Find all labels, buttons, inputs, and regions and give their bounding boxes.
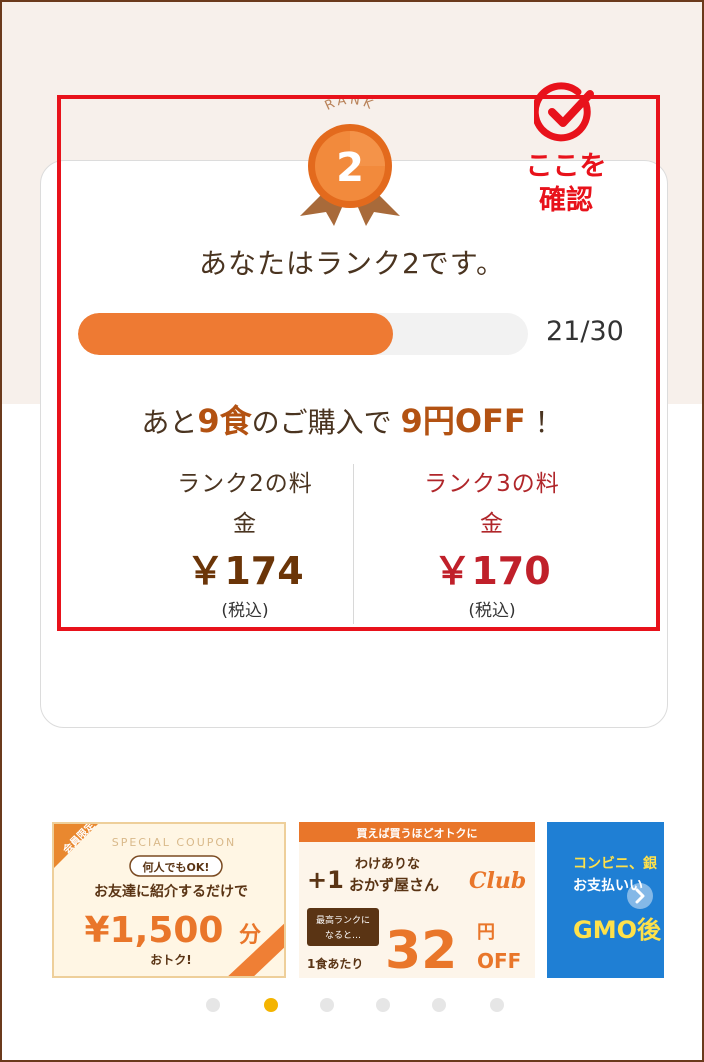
checkmark-circle-icon (534, 82, 594, 142)
club-word: Club (469, 868, 526, 894)
coupon-amount: ¥1,500 (85, 910, 224, 951)
club-banner-art: 買えば買うほどオトクに +1 わけありな おかず屋さん Club 最高ランクに … (299, 822, 535, 978)
club-title-line2: おかず屋さん (349, 876, 439, 894)
coupon-footer: おトク! (150, 953, 191, 967)
check-label-line2: 確認 (539, 185, 593, 216)
carousel-dot[interactable] (376, 998, 390, 1012)
friend-coupon-banner[interactable]: 会員限定 SPECIAL COUPON 何人でもOK! お友達に紹介するだけで … (52, 822, 286, 978)
carousel-dot[interactable] (320, 998, 334, 1012)
club-plus: +1 (307, 866, 344, 894)
carousel-dot[interactable] (264, 998, 278, 1012)
coupon-banner-art: 会員限定 SPECIAL COUPON 何人でもOK! お友達に紹介するだけで … (54, 824, 284, 976)
club-yen: 円 (477, 922, 495, 943)
club-header: 買えば買うほどオトクに (357, 826, 478, 840)
coupon-unit: 分 (239, 923, 261, 948)
coupon-line: お友達に紹介するだけで (94, 883, 248, 900)
gmo-line1: コンビニ、銀 (573, 855, 657, 872)
club-off: OFF (477, 949, 521, 973)
check-here-label: ここを 確認 (510, 150, 622, 218)
club-badge-line1: 最高ランクに (316, 914, 370, 926)
club-amount: 32 (385, 921, 457, 978)
coupon-pill: 何人でもOK! (143, 860, 210, 874)
okazuya-club-banner[interactable]: 買えば買うほどオトクに +1 わけありな おかず屋さん Club 最高ランクに … (299, 822, 535, 978)
carousel-dot[interactable] (206, 998, 220, 1012)
carousel-next-arrow-icon[interactable] (626, 882, 654, 910)
club-per-meal: 1食あたり (307, 956, 363, 971)
club-title-line1: わけありな (355, 857, 420, 872)
gmo-line3: GMO後 (573, 916, 662, 944)
carousel-dot[interactable] (432, 998, 446, 1012)
carousel-dot[interactable] (490, 998, 504, 1012)
coupon-header: SPECIAL COUPON (112, 836, 237, 849)
check-label-line1: ここを (525, 151, 607, 182)
screen-frame: RANK 2 あなたはランク2です。 21/30 あと9食のご購入で 9円OFF… (0, 0, 704, 1062)
club-badge-line2: なると… (325, 930, 361, 941)
carousel-dots (2, 998, 702, 1014)
